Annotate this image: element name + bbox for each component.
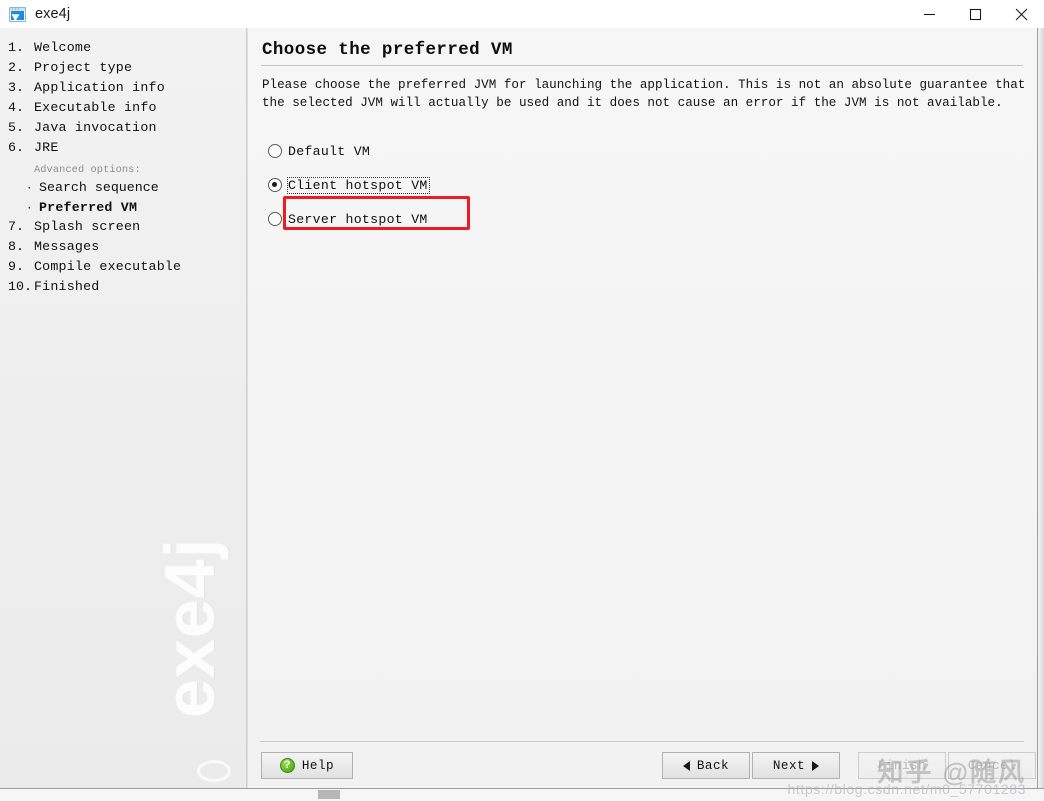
step-label: Finished: [34, 279, 100, 294]
step-label: Splash screen: [34, 219, 141, 234]
step-number: 2.: [8, 60, 24, 75]
radio-icon-client-hotspot-vm[interactable]: [268, 178, 282, 192]
help-button[interactable]: ? Help: [261, 752, 353, 779]
sidebar-item-splash-screen[interactable]: 7. Splash screen: [0, 219, 246, 239]
window-title: exe4j: [35, 6, 71, 22]
window-controls: [906, 0, 1044, 28]
maximize-icon[interactable]: [952, 0, 998, 28]
wizard-step-list: 1. Welcome 2. Project type 3. Applicatio…: [0, 40, 246, 299]
radio-label: Server hotspot VM: [288, 211, 428, 227]
step-number: 4.: [8, 100, 24, 115]
wizard-content-pane: Choose the preferred VM Please choose th…: [248, 28, 1037, 788]
window-titlebar: exe4j: [0, 0, 1044, 28]
radio-option-default-vm[interactable]: Default VM: [268, 134, 688, 168]
page-description: Please choose the preferred JVM for laun…: [262, 78, 1026, 110]
sidebar-item-messages[interactable]: 8. Messages: [0, 239, 246, 259]
sidebar-item-jre[interactable]: 6. JRE: [0, 140, 246, 160]
footer-divider: [260, 741, 1024, 742]
scrollbar-thumb[interactable]: [318, 790, 340, 799]
sidebar-item-welcome[interactable]: 1. Welcome: [0, 40, 246, 60]
triangle-right-icon: [812, 760, 820, 771]
back-button[interactable]: Back: [662, 752, 750, 779]
step-label: Compile executable: [34, 259, 182, 274]
advanced-options-heading: Advanced options:: [34, 163, 141, 176]
sidebar-item-preferred-vm[interactable]: · Preferred VM: [0, 199, 246, 219]
sidebar-item-label: Preferred VM: [39, 200, 138, 215]
horizontal-scrollbar[interactable]: [0, 788, 1044, 801]
sidebar-item-project-type[interactable]: 2. Project type: [0, 60, 246, 80]
question-mark-icon: ?: [279, 758, 295, 773]
step-number: 9.: [8, 259, 24, 274]
sidebar-item-search-sequence[interactable]: · Search sequence: [0, 179, 246, 199]
wizard-step-sidebar: exe4j 1. Welcome 2. Project type 3. Appl…: [0, 28, 246, 788]
step-label: Application info: [34, 80, 165, 95]
page-title: Choose the preferred VM: [262, 40, 513, 60]
back-button-label: Back: [696, 758, 730, 773]
step-label: Executable info: [34, 100, 157, 115]
sidebar-watermark-text: exe4j: [151, 537, 229, 718]
next-button-label: Next: [772, 758, 806, 773]
cancel-button-label: Cancel: [967, 758, 1017, 773]
window-right-edge: [1037, 28, 1044, 788]
radio-option-client-hotspot-vm[interactable]: Client hotspot VM: [268, 168, 688, 202]
step-label: JRE: [34, 140, 59, 155]
radio-icon-server-hotspot-vm[interactable]: [268, 212, 282, 226]
radio-label: Default VM: [288, 143, 371, 159]
step-label: Project type: [34, 60, 133, 75]
sidebar-item-java-invocation[interactable]: 5. Java invocation: [0, 120, 246, 140]
finish-button: Finish: [858, 752, 946, 779]
step-number: 8.: [8, 239, 24, 254]
sidebar-item-compile-executable[interactable]: 9. Compile executable: [0, 259, 246, 279]
radio-label: Client hotspot VM: [287, 176, 430, 194]
sidebar-item-finished[interactable]: 10. Finished: [0, 279, 246, 299]
step-label: Java invocation: [34, 120, 157, 135]
step-number: 10.: [8, 279, 32, 294]
sidebar-item-label: Search sequence: [39, 180, 159, 195]
help-button-label: Help: [301, 758, 335, 773]
sidebar-item-executable-info[interactable]: 4. Executable info: [0, 100, 246, 120]
radio-icon-default-vm[interactable]: [268, 144, 282, 158]
sidebar-item-application-info[interactable]: 3. Application info: [0, 80, 246, 100]
exe4j-app-icon: [9, 6, 26, 22]
step-number: 6.: [8, 140, 24, 155]
step-number: 7.: [8, 219, 24, 234]
bullet-icon: ·: [26, 203, 33, 215]
next-button[interactable]: Next: [752, 752, 840, 779]
step-number: 1.: [8, 40, 24, 55]
cancel-button: Cancel: [948, 752, 1036, 779]
close-icon[interactable]: [998, 0, 1044, 28]
preferred-vm-radio-group: Default VM Client hotspot VM Server hots…: [268, 134, 688, 236]
step-number: 3.: [8, 80, 24, 95]
wizard-button-bar: ? Help Back Next Finish Cancel: [248, 743, 1037, 788]
window-right-border: [1037, 28, 1038, 788]
exe4j-wizard-window: exe4j exe4j 1. Welcome 2. Project type 3…: [0, 0, 1044, 801]
radio-option-server-hotspot-vm[interactable]: Server hotspot VM: [268, 202, 688, 236]
step-number: 5.: [8, 120, 24, 135]
step-label: Welcome: [34, 40, 92, 55]
bullet-icon: ·: [26, 183, 33, 195]
finish-button-label: Finish: [877, 758, 927, 773]
step-label: Messages: [34, 239, 100, 254]
minimize-icon[interactable]: [906, 0, 952, 28]
triangle-left-icon: [682, 760, 690, 771]
title-divider: [261, 65, 1023, 66]
